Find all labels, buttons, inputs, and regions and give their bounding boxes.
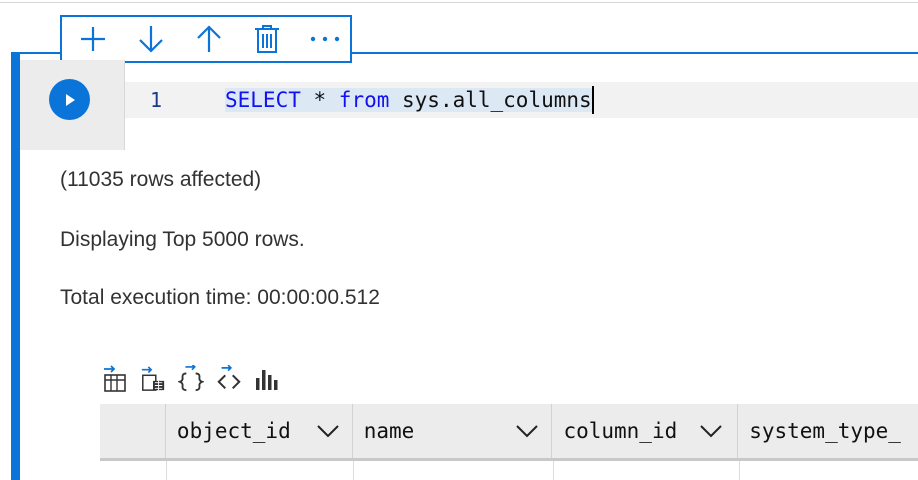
line-number: 1: [150, 88, 163, 112]
save-as-xml-button[interactable]: [216, 364, 242, 394]
chevron-down-icon[interactable]: [515, 420, 539, 440]
notebook-page: 1 SELECT * from sys.all_columns (11035 r…: [0, 0, 918, 480]
save-xml-icon: [217, 365, 241, 390]
column-header-label: object_id: [176, 419, 291, 443]
cell-toolbar: [60, 15, 352, 63]
play-icon: [65, 93, 75, 106]
delete-icon: [255, 25, 279, 53]
save-as-json-button[interactable]: [178, 364, 204, 394]
text-cursor: [591, 86, 594, 114]
displaying-message: Displaying Top 5000 rows.: [60, 228, 305, 251]
code-table-ref: sys.all_columns: [389, 88, 592, 112]
cell-active-indicator: [11, 52, 20, 480]
results-toolbar: [102, 364, 280, 394]
grid-header-separator: [100, 458, 918, 461]
keyword-from: from: [338, 88, 390, 112]
grid-column-divider: [739, 461, 740, 480]
chart-icon: [256, 370, 278, 390]
grid-column-divider: [166, 461, 167, 480]
chevron-down-icon[interactable]: [316, 420, 340, 440]
row-number-header: [100, 404, 166, 458]
move-down-icon: [139, 26, 163, 53]
code-operator: *: [300, 88, 339, 112]
chevron-down-icon[interactable]: [699, 420, 723, 440]
grid-column-divider: [553, 461, 554, 480]
delete-cell-button[interactable]: [248, 20, 286, 58]
column-header-label: system_type_: [749, 419, 901, 443]
save-csv-icon: [104, 365, 126, 392]
column-header-column-id[interactable]: column_id: [552, 404, 739, 458]
more-icon: [310, 36, 340, 42]
save-as-excel-button[interactable]: [140, 364, 166, 394]
more-actions-button[interactable]: [306, 20, 344, 58]
column-header-system-type[interactable]: system_type_: [738, 404, 918, 458]
save-json-icon: [178, 365, 204, 392]
column-header-label: name: [363, 419, 415, 443]
column-header-object-id[interactable]: object_id: [166, 404, 353, 458]
save-excel-icon: [141, 366, 165, 391]
keyword-select: SELECT: [225, 88, 301, 112]
code-editor-line[interactable]: SELECT * from sys.all_columns: [225, 86, 594, 114]
top-divider: [0, 2, 918, 3]
results-grid-header: object_id name column_id system_type_: [100, 404, 918, 458]
column-header-label: column_id: [563, 419, 678, 443]
chart-view-button[interactable]: [254, 364, 280, 394]
save-as-csv-button[interactable]: [102, 364, 128, 394]
rows-affected-message: (11035 rows affected): [60, 168, 262, 191]
add-cell-button[interactable]: [74, 20, 112, 58]
add-icon: [81, 27, 105, 51]
move-up-icon: [197, 25, 221, 52]
move-cell-down-button[interactable]: [132, 20, 170, 58]
execution-time-message: Total execution time: 00:00:00.512: [60, 286, 380, 309]
run-cell-button[interactable]: [49, 79, 90, 120]
grid-column-divider: [353, 461, 354, 480]
column-header-name[interactable]: name: [353, 404, 553, 458]
move-cell-up-button[interactable]: [190, 20, 228, 58]
